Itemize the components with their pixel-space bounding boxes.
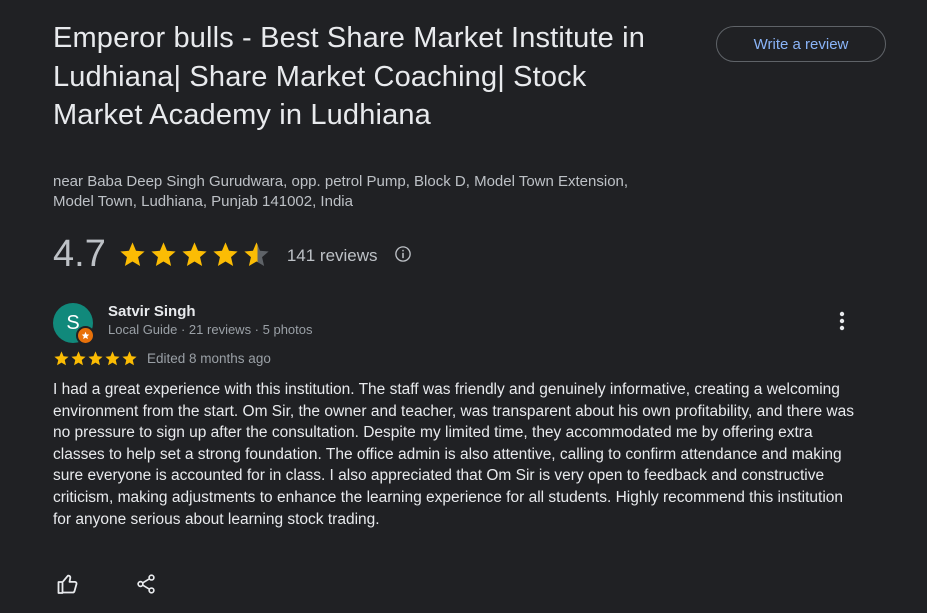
rating-value: 4.7 <box>53 233 106 275</box>
share-button[interactable] <box>133 571 159 597</box>
write-review-button[interactable]: Write a review <box>716 26 886 62</box>
reviewer-name[interactable]: Satvir Singh <box>108 303 196 320</box>
review-text: I had a great experience with this insti… <box>53 381 854 528</box>
star-icon <box>151 241 176 266</box>
more-vert-icon[interactable] <box>832 310 852 332</box>
star-icon <box>182 241 207 266</box>
star-icon <box>54 350 69 365</box>
half-star-icon <box>244 241 269 266</box>
review-rating: Edited 8 months ago <box>53 348 271 368</box>
place-title: Emperor bulls - Best Share Market Instit… <box>53 22 645 131</box>
star-icon <box>71 350 86 365</box>
reviewer-meta: Local Guide · 21 reviews · 5 photos <box>108 322 313 337</box>
star-icon <box>88 350 103 365</box>
local-guide-badge-icon <box>76 326 95 345</box>
star-icon <box>105 350 120 365</box>
info-icon[interactable] <box>394 245 412 263</box>
star-icon <box>213 241 238 266</box>
rating-stars <box>118 240 273 269</box>
edited-label: Edited 8 months ago <box>147 350 271 366</box>
share-icon <box>137 574 155 594</box>
star-icon <box>122 350 137 365</box>
thumbs-up-icon <box>57 574 78 594</box>
rating-summary: 4.7 141 reviews <box>53 232 412 276</box>
star-icon <box>120 241 145 266</box>
review-actions <box>55 571 159 597</box>
reviews-count[interactable]: 141 reviews <box>287 242 378 266</box>
avatar[interactable]: S <box>53 303 95 345</box>
like-button[interactable] <box>55 571 81 597</box>
place-address: near Baba Deep Singh Gurudwara, opp. pet… <box>53 173 629 210</box>
